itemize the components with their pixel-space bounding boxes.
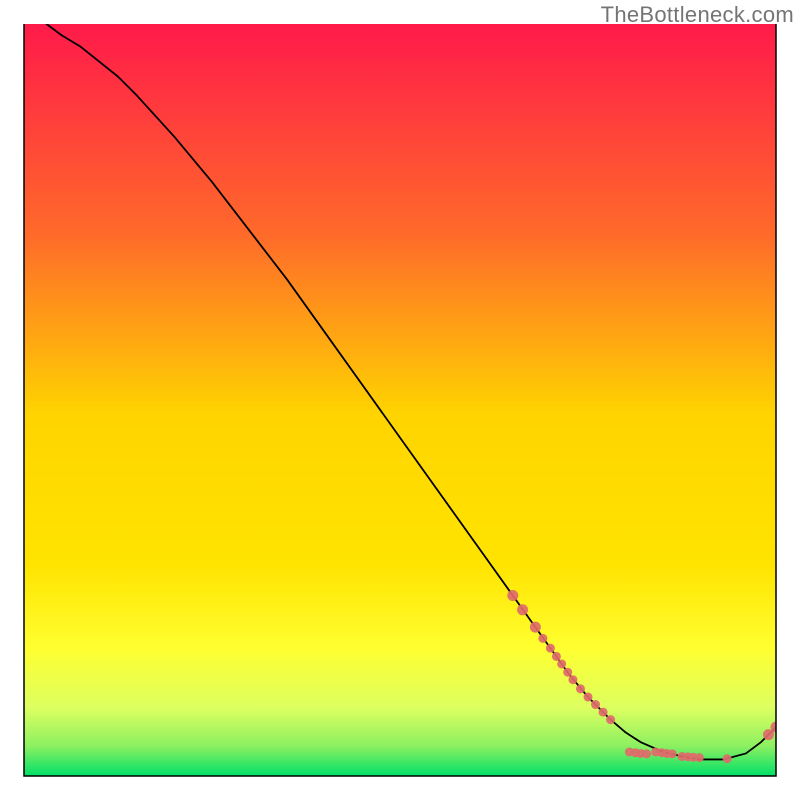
data-point [563, 668, 572, 677]
data-point [507, 590, 518, 601]
data-point [591, 700, 600, 709]
data-point [517, 604, 528, 615]
data-point [557, 659, 566, 668]
data-point [552, 652, 561, 661]
data-point [695, 753, 704, 762]
data-point [568, 675, 577, 684]
chart-svg [0, 0, 800, 800]
data-point [642, 749, 651, 758]
gradient-background [24, 24, 776, 776]
data-point [546, 644, 555, 653]
data-point [668, 749, 677, 758]
data-point [538, 634, 547, 643]
data-point [530, 622, 541, 633]
data-point [584, 693, 593, 702]
watermark-label: TheBottleneck.com [601, 2, 794, 28]
chart-container: TheBottleneck.com [0, 0, 800, 800]
data-point [606, 715, 615, 724]
data-point [599, 708, 608, 717]
data-point [723, 754, 732, 763]
data-point [576, 684, 585, 693]
